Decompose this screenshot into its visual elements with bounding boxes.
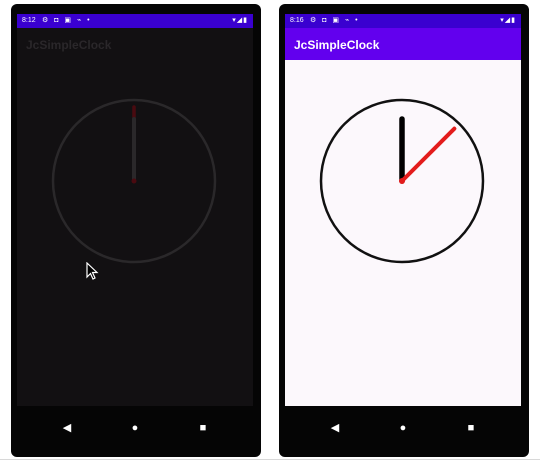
app-title: JcSimpleClock [294, 38, 380, 52]
app-title: JcSimpleClock [26, 38, 112, 52]
back-icon[interactable]: ◀ [57, 418, 77, 438]
status-time: 8:16 [290, 17, 304, 24]
app-bar: JcSimpleClock [17, 28, 253, 60]
recent-apps-icon[interactable]: ■ [193, 418, 213, 438]
status-bar: 8:12 ⚙ ◘ ▣ ⌁ • ▾◢▮ [17, 14, 253, 28]
divider [0, 459, 540, 460]
nav-bar: ◀ ● ■ [17, 406, 253, 452]
nav-bar: ◀ ● ■ [285, 406, 521, 452]
recent-apps-icon[interactable]: ■ [461, 418, 481, 438]
signal-battery-icons: ▾◢▮ [500, 17, 516, 24]
left-phone: 8:12 ⚙ ◘ ▣ ⌁ • ▾◢▮ JcSimpleClock ◀ ● ■ [11, 4, 261, 457]
signal-battery-icons: ▾◢▮ [232, 17, 248, 24]
clock-content [17, 60, 253, 406]
app-bar: JcSimpleClock [285, 28, 521, 60]
clock-center [399, 178, 405, 184]
back-icon[interactable]: ◀ [325, 418, 345, 438]
status-bar: 8:16 ⚙ ◘ ▣ ⌁ • ▾◢▮ [285, 14, 521, 28]
notification-icons: ⚙ ◘ ▣ ⌁ • [42, 17, 92, 24]
right-screen: 8:16 ⚙ ◘ ▣ ⌁ • ▾◢▮ JcSimpleClock [285, 14, 521, 406]
right-phone: 8:16 ⚙ ◘ ▣ ⌁ • ▾◢▮ JcSimpleClock ◀ ● ■ [279, 4, 529, 457]
clock-center [131, 178, 137, 184]
left-screen: 8:12 ⚙ ◘ ▣ ⌁ • ▾◢▮ JcSimpleClock [17, 14, 253, 406]
clock-face [319, 98, 485, 264]
status-time: 8:12 [22, 17, 36, 24]
mouse-cursor-icon [86, 262, 99, 280]
clock-content [285, 60, 521, 406]
home-icon[interactable]: ● [393, 418, 413, 438]
notification-icons: ⚙ ◘ ▣ ⌁ • [310, 17, 360, 24]
home-icon[interactable]: ● [125, 418, 145, 438]
minute-hand [400, 126, 457, 183]
clock-face [51, 98, 217, 264]
